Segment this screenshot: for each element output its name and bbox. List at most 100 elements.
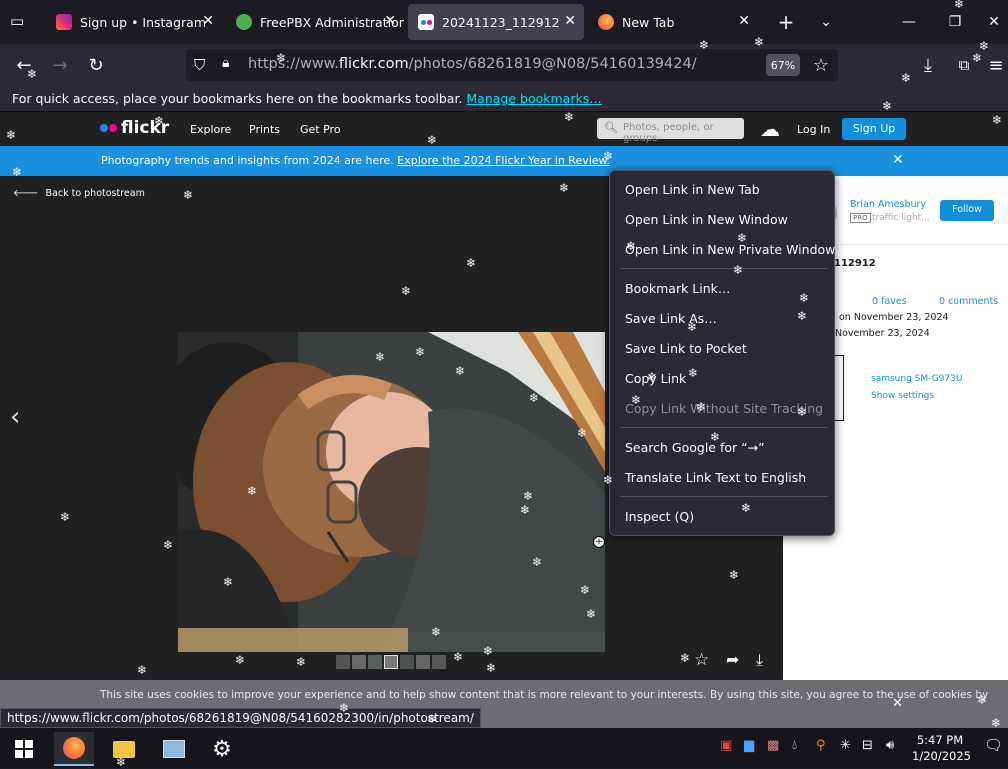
thumbnail[interactable]: [416, 655, 430, 669]
firefox-taskbar-icon[interactable]: [54, 732, 94, 766]
manage-bookmarks-link[interactable]: Manage bookmarks…: [466, 91, 601, 106]
bookmark-star-icon[interactable]: ☆: [807, 51, 835, 79]
instagram-icon: [56, 14, 72, 30]
thumbnail[interactable]: [368, 655, 382, 669]
back-arrow-icon[interactable]: ←: [10, 51, 38, 79]
settings-gear-icon[interactable]: ⚙: [202, 732, 242, 766]
restore-icon[interactable]: ❐: [941, 8, 969, 36]
thumbnail[interactable]: [400, 655, 414, 669]
flickr-search-input[interactable]: 🔍︎ Photos, people, or groups: [597, 118, 744, 144]
lock-icon[interactable]: 🔒︎: [222, 55, 229, 71]
menu-separator: [620, 496, 828, 497]
back-to-photostream-link[interactable]: 🡐 Back to photostream: [13, 188, 145, 199]
upload-cloud-icon[interactable]: ☁: [760, 117, 780, 141]
search-placeholder: Photos, people, or groups: [623, 122, 714, 144]
nav-prints[interactable]: Prints: [249, 123, 280, 136]
flickr-logo[interactable]: flickr: [100, 118, 169, 138]
url-text[interactable]: https://www.flickr.com/photos/68261819@N…: [248, 56, 697, 72]
menu-copy-link[interactable]: Copy Link: [625, 371, 686, 386]
volume-icon[interactable]: 🔊︎: [886, 738, 894, 753]
flickr-logo-text: flickr: [121, 118, 170, 138]
menu-separator: [620, 268, 828, 269]
tab-overflow-chevron-icon[interactable]: ⌄: [812, 8, 840, 36]
main-photo[interactable]: [178, 332, 605, 652]
banner-link[interactable]: Explore the 2024 Flickr Year in Review.: [397, 154, 610, 167]
reload-icon[interactable]: ↻: [82, 51, 110, 79]
minimize-icon[interactable]: —: [895, 8, 923, 36]
tab-instagram[interactable]: Sign up • Instagram ✕: [46, 4, 222, 40]
close-icon[interactable]: ✕: [202, 13, 214, 29]
tray-app-icon-blue[interactable]: ▆: [744, 738, 754, 753]
show-settings-link[interactable]: Show settings: [871, 391, 934, 401]
tray-snowflake-icon[interactable]: ✳: [840, 738, 851, 753]
share-icon[interactable]: ➦: [726, 650, 739, 669]
thumbnail[interactable]: [384, 655, 398, 669]
tracking-shield-icon[interactable]: ⛉: [194, 56, 205, 74]
cookie-close-icon[interactable]: ✕: [892, 696, 903, 711]
tab-new[interactable]: New Tab ✕: [588, 4, 758, 40]
tray-app-icon-red[interactable]: ▣: [720, 738, 732, 753]
close-icon[interactable]: ✕: [564, 13, 576, 29]
menu-open-new-tab[interactable]: Open Link in New Tab: [625, 182, 760, 197]
signup-button[interactable]: Sign Up: [842, 118, 906, 140]
network-icon[interactable]: ⊟: [862, 738, 873, 753]
tab-label: Sign up • Instagram: [80, 14, 207, 30]
close-icon[interactable]: ✕: [738, 13, 750, 29]
nav-get-pro[interactable]: Get Pro: [300, 123, 341, 136]
flickr-icon: [418, 14, 434, 30]
downloads-icon[interactable]: ⤓: [914, 51, 942, 79]
comments-count[interactable]: 0 comments: [939, 296, 998, 307]
menu-save-link-as[interactable]: Save Link As…: [625, 311, 717, 326]
menu-open-private-window[interactable]: Open Link in New Private Window: [625, 242, 835, 257]
menu-bookmark-link[interactable]: Bookmark Link…: [625, 281, 730, 296]
navigation-bar: ← → ↻ ⛉ 🔒︎ https://www.flickr.com/photos…: [0, 44, 1008, 86]
menu-inspect[interactable]: Inspect (Q): [625, 509, 694, 524]
menu-save-to-pocket[interactable]: Save Link to Pocket: [625, 341, 747, 356]
file-explorer-icon[interactable]: [104, 732, 144, 766]
extensions-icon[interactable]: ⧉: [950, 51, 978, 79]
tab-label: FreePBX Administration: [260, 14, 404, 30]
address-bar[interactable]: ⛉ 🔒︎ https://www.flickr.com/photos/68261…: [186, 49, 838, 81]
tab-label: 20241123_112912 | Brian: [442, 14, 562, 30]
follow-button[interactable]: Follow: [940, 200, 994, 221]
zoom-level-badge[interactable]: 67%: [766, 54, 800, 76]
tray-search-orange-icon[interactable]: ⚲: [816, 738, 826, 753]
flickr-header: flickr Explore Prints Get Pro 🔍︎ Photos,…: [0, 112, 1008, 146]
menu-translate-link[interactable]: Translate Link Text to English: [625, 470, 806, 485]
context-menu: Open Link in New Tab Open Link in New Wi…: [609, 170, 835, 536]
pro-badge: PRO: [850, 213, 871, 223]
menu-search-google[interactable]: Search Google for “→”: [625, 440, 765, 455]
download-icon[interactable]: ⤓: [756, 650, 763, 670]
menu-open-new-window[interactable]: Open Link in New Window: [625, 212, 788, 227]
previous-photo-chevron-icon[interactable]: ‹: [10, 402, 20, 432]
faves-count[interactable]: 0 faves: [872, 296, 907, 307]
follow-label: Follow: [952, 204, 982, 215]
banner-close-icon[interactable]: ✕: [892, 152, 904, 168]
camera-model[interactable]: samsung SM-G973U: [871, 374, 962, 384]
thumbnail[interactable]: [352, 655, 366, 669]
clock[interactable]: 5:47 PM 1/20/2025: [912, 732, 971, 764]
tab-freepbx[interactable]: FreePBX Administration ✕: [226, 4, 404, 40]
login-link[interactable]: Log In: [797, 123, 830, 136]
forward-arrow-icon[interactable]: →: [46, 51, 74, 79]
windows-start-icon[interactable]: [4, 732, 44, 766]
windows-taskbar: ⚙ ▣ ▆ ▩ 💧︎ ⚲ ✳ ⊟ 🔊︎ 5:47 PM 1/20/2025 🗨︎: [0, 728, 1008, 768]
thumbnail[interactable]: [432, 655, 446, 669]
tray-droplet-icon[interactable]: 💧︎: [792, 738, 797, 753]
tray-app-icon-multi[interactable]: ▩: [767, 738, 779, 753]
close-icon[interactable]: ✕: [384, 13, 396, 29]
nav-explore[interactable]: Explore: [190, 123, 231, 136]
notification-icon[interactable]: 🗨︎: [984, 736, 1003, 754]
tab-list-icon[interactable]: ▭: [10, 12, 30, 32]
close-window-icon[interactable]: ✕: [980, 8, 1008, 36]
control-panel-icon[interactable]: [154, 732, 194, 766]
author-subtitle: traffic light...: [872, 213, 930, 223]
menu-hamburger-icon[interactable]: ≡: [986, 51, 1006, 79]
tab-flickr[interactable]: 20241123_112912 | Brian ✕: [408, 4, 584, 40]
tab-strip: ▭ Sign up • Instagram ✕ FreePBX Administ…: [0, 0, 1008, 44]
author-name[interactable]: Brian Amesbury: [850, 199, 926, 210]
photo-image: [178, 332, 605, 652]
thumbnail[interactable]: [336, 655, 350, 669]
fave-star-icon[interactable]: ☆: [694, 650, 709, 670]
new-tab-plus-icon[interactable]: +: [772, 8, 800, 36]
